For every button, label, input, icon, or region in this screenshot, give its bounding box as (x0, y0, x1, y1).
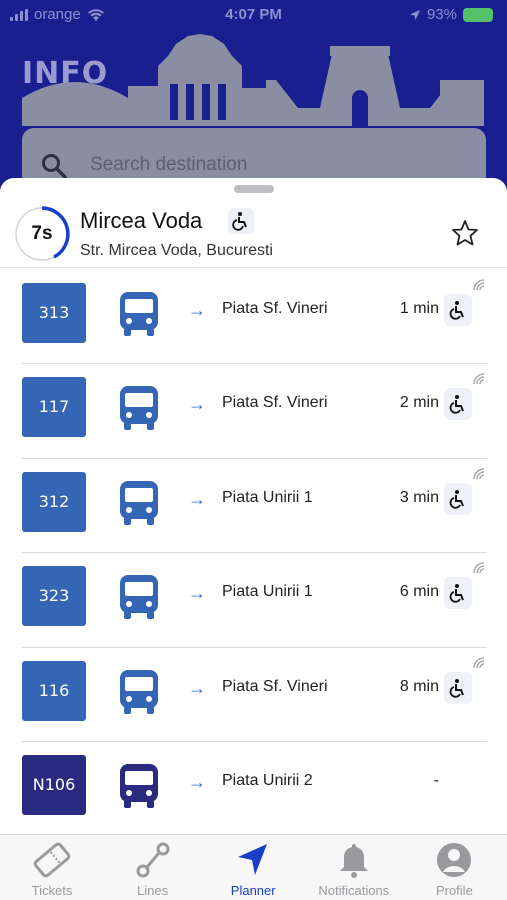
person-icon (437, 843, 472, 877)
departure-row[interactable]: N106 → Piata Unirii 2 - (0, 742, 507, 834)
wheelchair-icon (228, 208, 254, 234)
departure-row[interactable]: 116 → Piata Sf. Vineri 8 min (0, 648, 507, 743)
eta-label: 3 min (399, 488, 439, 506)
realtime-signal-icon (473, 562, 485, 574)
countdown-label: 7s (31, 223, 53, 244)
ticket-icon (33, 842, 71, 878)
destination-label: Piata Sf. Vineri (222, 677, 328, 695)
direction-arrow-icon: → (188, 300, 206, 320)
direction-arrow-icon: → (188, 677, 206, 698)
tab-profile[interactable]: Profile (404, 841, 504, 898)
realtime-signal-icon (473, 373, 485, 385)
refresh-countdown: 7s (14, 206, 70, 262)
search-placeholder: Search destination (90, 154, 248, 175)
tab-label: Profile (435, 883, 473, 898)
search-icon (42, 154, 67, 179)
location-arrow-icon (409, 9, 420, 20)
route-icon (136, 842, 170, 878)
direction-arrow-icon: → (188, 488, 206, 509)
realtime-signal-icon (473, 468, 485, 479)
stop-departures-sheet: 7s Mircea Voda Str. Mircea Voda, Bucures… (0, 178, 507, 834)
destination-label: Piata Unirii 1 (222, 583, 313, 601)
eta-label: 6 min (399, 583, 439, 601)
stop-name: Mircea Voda (80, 208, 203, 233)
tab-planner[interactable]: Planner (203, 841, 303, 898)
eta-label: 1 min (399, 300, 439, 317)
bus-icon (120, 763, 158, 808)
direction-arrow-icon: → (188, 771, 206, 792)
wheelchair-icon (444, 388, 472, 421)
favorite-star-icon[interactable] (450, 218, 480, 248)
line-badge: 313 (22, 283, 86, 343)
destination-label: Piata Unirii 2 (222, 771, 313, 789)
wheelchair-icon (444, 294, 472, 326)
tab-notifications[interactable]: Notifications (304, 841, 404, 898)
realtime-signal-icon (473, 279, 485, 291)
tab-label: Tickets (31, 883, 73, 898)
line-badge: 116 (22, 660, 86, 721)
stop-header: 7s Mircea Voda Str. Mircea Voda, Bucures… (0, 200, 507, 268)
eta-label: - (433, 771, 439, 789)
header-banner: INFO (0, 26, 507, 136)
departure-row[interactable]: 313 → Piata Sf. Vineri 1 min (0, 270, 507, 365)
departure-row[interactable]: 312 → Piata Unirii 1 3 min (0, 459, 507, 554)
eta-label: 2 min (399, 394, 439, 412)
line-badge: 312 (22, 471, 86, 532)
departure-row[interactable]: 323 → Piata Unirii 1 6 min (0, 553, 507, 648)
battery-icon (463, 7, 493, 22)
tab-label: Lines (137, 883, 169, 898)
bus-icon (120, 386, 158, 431)
bus-icon (120, 575, 158, 620)
sheet-grabber[interactable] (234, 185, 274, 193)
wheelchair-icon (444, 482, 472, 515)
destination-label: Piata Sf. Vineri (222, 300, 328, 317)
tab-tickets[interactable]: Tickets (2, 841, 102, 898)
stop-address: Str. Mircea Voda, Bucuresti (80, 242, 273, 259)
direction-arrow-icon: → (188, 583, 206, 604)
line-badge: 323 (22, 566, 86, 627)
bus-icon (120, 292, 158, 336)
wheelchair-icon (444, 671, 472, 704)
line-badge: 117 (22, 377, 86, 438)
tab-bar: Tickets Lines Planner Notifications Profile (0, 834, 507, 900)
tab-lines[interactable]: Lines (103, 841, 203, 898)
direction-arrow-icon: → (188, 394, 206, 415)
bus-icon (120, 480, 158, 525)
battery-percent: 93% (426, 6, 457, 23)
bus-icon (120, 669, 158, 714)
skyline-illustration (22, 34, 484, 126)
destination-label: Piata Unirii 1 (222, 488, 313, 506)
tab-label: Planner (230, 883, 276, 898)
destination-label: Piata Sf. Vineri (222, 394, 328, 412)
bell-icon (339, 844, 368, 878)
eta-label: 8 min (399, 677, 439, 695)
status-right: 93% (409, 6, 493, 23)
navigation-arrow-icon (238, 844, 268, 875)
wheelchair-icon (444, 577, 472, 610)
line-badge: N106 (22, 754, 86, 815)
realtime-signal-icon (473, 656, 485, 668)
tab-label: Notifications (318, 883, 390, 898)
departure-row[interactable]: 117 → Piata Sf. Vineri 2 min (0, 364, 507, 460)
departures-list: 313 → Piata Sf. Vineri 1 min 117 → Piata… (0, 270, 507, 834)
